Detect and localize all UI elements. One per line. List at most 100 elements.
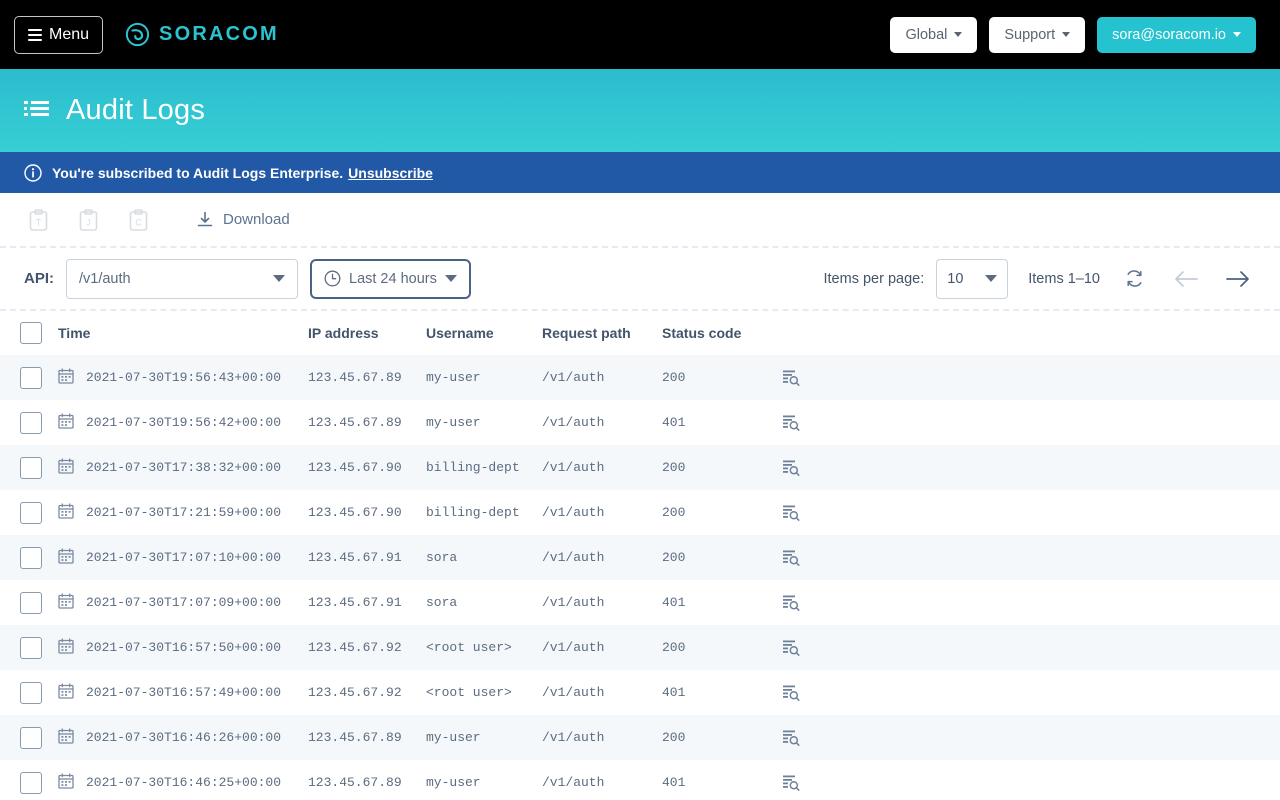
calendar-icon-wrap [58, 637, 74, 658]
row-select-checkbox[interactable] [20, 591, 42, 614]
table-row[interactable]: 2021-07-30T17:07:09+00:00 123.45.67.91 sor… [0, 580, 1280, 625]
copy-csv-button[interactable]: C [124, 206, 152, 234]
svg-text:C: C [135, 217, 142, 227]
calendar-icon [58, 367, 74, 384]
cell-request-path: /v1/auth [542, 415, 605, 430]
calendar-icon [58, 772, 74, 789]
chevron-down-icon [444, 275, 457, 282]
cell-time: 2021-07-30T17:07:09+00:00 [58, 580, 308, 625]
cell-ip-address: 123.45.67.91 [308, 550, 402, 565]
copy-tsv-button[interactable]: T [24, 206, 52, 234]
row-select-checkbox[interactable] [20, 681, 42, 704]
download-button[interactable]: Download [196, 211, 290, 229]
cell-request-path: /v1/auth [542, 640, 605, 655]
items-per-page-select[interactable]: 10 [936, 258, 1009, 299]
cell-ip-address: 123.45.67.92 [308, 685, 402, 700]
cell-status-code: 401 [662, 415, 686, 430]
row-select-checkbox[interactable] [20, 546, 42, 569]
table-row[interactable]: 2021-07-30T17:21:59+00:00 123.45.67.90 bil… [0, 490, 1280, 535]
column-header-time[interactable]: Time [58, 311, 308, 355]
calendar-icon-wrap [58, 772, 74, 793]
cell-detail [782, 400, 1280, 445]
view-detail-icon [783, 370, 800, 386]
view-detail-button[interactable] [782, 549, 800, 567]
time-value: 2021-07-30T17:07:10+00:00 [86, 550, 282, 565]
account-menu-button[interactable]: sora@soracom.io [1097, 16, 1256, 53]
chevron-down-icon [273, 275, 285, 282]
subscription-banner: You're subscribed to Audit Logs Enterpri… [0, 152, 1280, 193]
table-row[interactable]: 2021-07-30T19:56:42+00:00 123.45.67.89 my-… [0, 400, 1280, 445]
calendar-icon-wrap [58, 367, 74, 388]
calendar-icon [58, 727, 74, 744]
cell-detail [782, 535, 1280, 580]
refresh-icon [1126, 270, 1142, 287]
api-select[interactable]: /v1/auth [66, 258, 298, 299]
view-detail-button[interactable] [782, 774, 800, 792]
row-select-cell [0, 355, 58, 400]
row-select-checkbox[interactable] [20, 636, 42, 659]
view-detail-button[interactable] [782, 729, 800, 747]
row-select-checkbox[interactable] [20, 456, 42, 479]
cell-time: 2021-07-30T19:56:42+00:00 [58, 400, 308, 445]
cell-username: my-user [426, 415, 481, 430]
copy-json-button[interactable]: J [74, 206, 102, 234]
table-row[interactable]: 2021-07-30T17:38:32+00:00 123.45.67.90 bil… [0, 445, 1280, 490]
audit-logs-table: Time IP address Username Request path St… [0, 311, 1280, 800]
support-menu-button[interactable]: Support [989, 16, 1086, 53]
time-range-button[interactable]: Last 24 hours [310, 258, 471, 299]
column-header-username[interactable]: Username [426, 311, 542, 355]
view-detail-icon [783, 640, 800, 656]
view-detail-button[interactable] [782, 369, 800, 387]
table-row[interactable]: 2021-07-30T16:46:26+00:00 123.45.67.89 my-… [0, 715, 1280, 760]
unsubscribe-link[interactable]: Unsubscribe [348, 165, 433, 181]
cell-time: 2021-07-30T16:57:50+00:00 [58, 625, 308, 670]
download-icon [197, 211, 213, 226]
time-value: 2021-07-30T17:38:32+00:00 [86, 460, 282, 475]
brand-logo-group[interactable]: SORACOM [125, 22, 279, 47]
table-header-row: Time IP address Username Request path St… [0, 311, 1280, 355]
table-header: Time IP address Username Request path St… [0, 311, 1280, 355]
row-select-checkbox[interactable] [20, 501, 42, 524]
next-page-button[interactable] [1220, 261, 1256, 297]
refresh-button[interactable] [1116, 261, 1152, 297]
view-detail-button[interactable] [782, 639, 800, 657]
view-detail-button[interactable] [782, 504, 800, 522]
row-select-checkbox[interactable] [20, 411, 42, 434]
calendar-icon [58, 412, 74, 429]
cell-ip-address: 123.45.67.90 [308, 505, 402, 520]
cell-time: 2021-07-30T16:46:25+00:00 [58, 760, 308, 800]
view-detail-icon [783, 550, 800, 566]
cell-request-path: /v1/auth [542, 775, 605, 790]
time-value: 2021-07-30T19:56:42+00:00 [86, 415, 282, 430]
time-value: 2021-07-30T16:46:25+00:00 [86, 775, 282, 790]
table-row[interactable]: 2021-07-30T16:46:25+00:00 123.45.67.89 my-… [0, 760, 1280, 800]
column-header-status-code[interactable]: Status code [662, 311, 782, 355]
select-all-checkbox[interactable] [20, 322, 42, 344]
hamburger-icon [28, 28, 42, 41]
table-row[interactable]: 2021-07-30T19:56:43+00:00 123.45.67.89 my-… [0, 355, 1280, 400]
column-header-ip-address[interactable]: IP address [308, 311, 426, 355]
calendar-icon [58, 592, 74, 609]
view-detail-button[interactable] [782, 414, 800, 432]
table-row[interactable]: 2021-07-30T17:07:10+00:00 123.45.67.91 sor… [0, 535, 1280, 580]
row-select-checkbox[interactable] [20, 771, 42, 794]
row-select-checkbox[interactable] [20, 366, 42, 389]
view-detail-button[interactable] [782, 459, 800, 477]
coverage-selector-button[interactable]: Global [890, 16, 978, 53]
table-row[interactable]: 2021-07-30T16:57:49+00:00 123.45.67.92 <ro… [0, 670, 1280, 715]
calendar-icon-wrap [58, 592, 74, 613]
view-detail-button[interactable] [782, 594, 800, 612]
menu-button[interactable]: Menu [14, 15, 104, 54]
calendar-icon [58, 457, 74, 474]
cell-username: <root user> [426, 640, 512, 655]
time-range-label: Last 24 hours [349, 270, 437, 287]
cell-status-code: 200 [662, 640, 686, 655]
clipboard-csv-icon: C [129, 208, 147, 231]
column-header-request-path[interactable]: Request path [542, 311, 662, 355]
view-detail-button[interactable] [782, 684, 800, 702]
table-row[interactable]: 2021-07-30T16:57:50+00:00 123.45.67.92 <ro… [0, 625, 1280, 670]
calendar-icon [58, 502, 74, 519]
row-select-checkbox[interactable] [20, 726, 42, 749]
time-value: 2021-07-30T16:57:49+00:00 [86, 685, 282, 700]
previous-page-button[interactable] [1168, 261, 1204, 297]
